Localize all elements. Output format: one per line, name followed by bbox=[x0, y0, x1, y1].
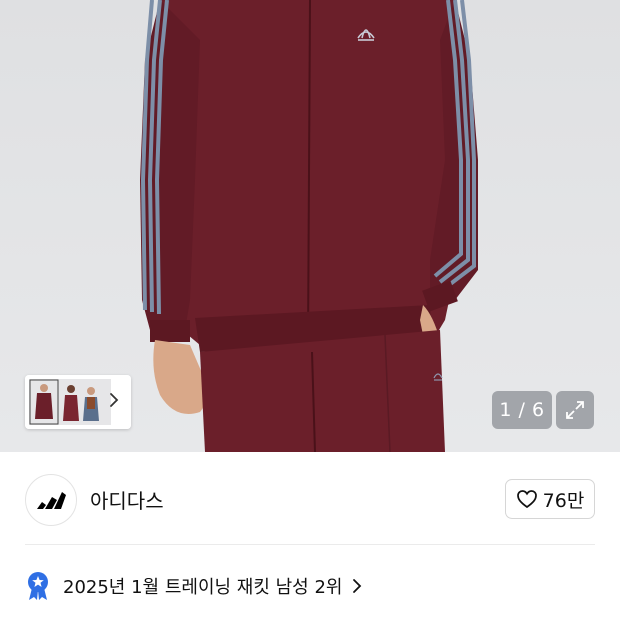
star-badge-icon bbox=[28, 572, 48, 600]
divider bbox=[25, 544, 595, 545]
brand-logo[interactable] bbox=[25, 474, 77, 526]
heart-outline-icon bbox=[516, 490, 537, 509]
like-count: 76만 bbox=[542, 489, 585, 512]
chevron-right-icon bbox=[353, 579, 362, 593]
ranking-text: 2025년 1월 트레이닝 재킷 남성 2위 bbox=[63, 577, 343, 598]
brand-name[interactable]: 아디다스 bbox=[90, 485, 164, 514]
brand-row: 아디다스 76만 bbox=[0, 452, 620, 544]
expand-button[interactable] bbox=[556, 391, 594, 429]
chevron-right-icon bbox=[109, 392, 123, 412]
expand-arrows-icon bbox=[566, 401, 584, 419]
product-image-gallery[interactable]: 1 / 6 bbox=[0, 0, 620, 452]
like-button[interactable]: 76만 bbox=[505, 479, 595, 519]
thumbnail-strip[interactable] bbox=[25, 375, 131, 429]
adidas-logo-icon bbox=[37, 492, 66, 509]
ranking-link[interactable]: 2025년 1월 트레이닝 재킷 남성 2위 bbox=[25, 566, 595, 606]
image-counter: 1 / 6 bbox=[492, 391, 552, 429]
